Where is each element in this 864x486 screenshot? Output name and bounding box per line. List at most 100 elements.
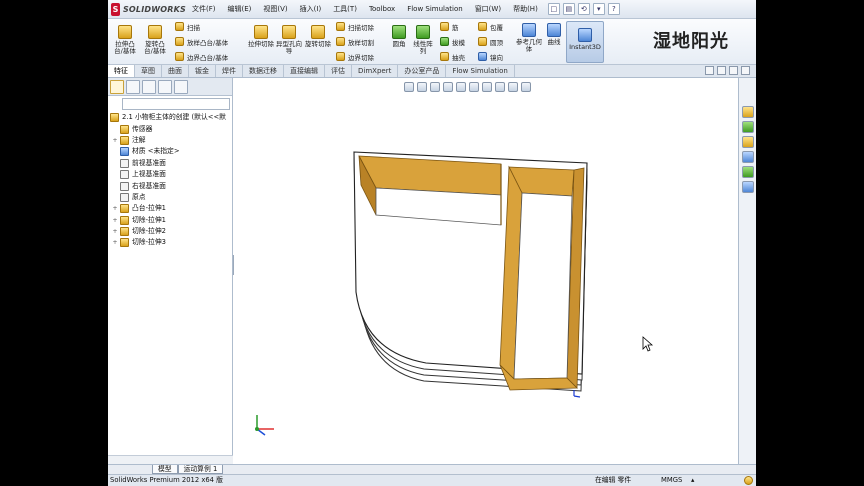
custom-properties-icon[interactable]: [742, 181, 754, 193]
revolved-boss-button[interactable]: 旋转凸台/基体: [142, 25, 168, 55]
quick-access-toolbar: □ ▤ ⟲ ▾ ?: [547, 3, 620, 15]
tree-expand-icon[interactable]: +: [112, 226, 118, 237]
wrap-button[interactable]: 包覆: [478, 21, 503, 32]
revolved-cut-button[interactable]: 旋转切除: [305, 25, 331, 48]
display-manager-tab-icon[interactable]: [174, 79, 188, 94]
mirror-button[interactable]: 镜向: [478, 51, 503, 62]
menu-help[interactable]: 帮助(H): [507, 4, 544, 14]
tab-sheet-metal[interactable]: 钣金: [189, 65, 216, 77]
help-icon[interactable]: ?: [607, 3, 620, 15]
loft-button[interactable]: 放样凸台/基体: [175, 36, 228, 47]
menu-file[interactable]: 文件(F): [186, 4, 222, 14]
tab-weldments[interactable]: 焊件: [216, 65, 243, 77]
lofted-cut-button[interactable]: 放样切割: [336, 36, 374, 47]
tree-item[interactable]: + 切除-拉伸1: [108, 215, 232, 226]
command-manager-tabs: 特征 草图 曲面 钣金 焊件 数据迁移 直接编辑 评估 DimXpert 办公室…: [108, 65, 756, 78]
reference-geometry-icon: [522, 23, 536, 37]
status-units-arrow-icon[interactable]: ▴: [691, 475, 694, 486]
hole-wizard-button[interactable]: 异型孔向导: [276, 25, 302, 55]
tree-item[interactable]: 上视基准面: [108, 169, 232, 180]
solidworks-resources-icon[interactable]: [742, 106, 754, 118]
loft-icon: [175, 37, 184, 46]
design-library-icon[interactable]: [742, 121, 754, 133]
fillet-button[interactable]: 圆角: [388, 25, 410, 48]
linear-pattern-button[interactable]: 线性阵列: [411, 25, 435, 55]
instant3d-button[interactable]: Instant3D: [566, 21, 604, 63]
graphics-area[interactable]: [234, 78, 738, 464]
status-product-version: SolidWorks Premium 2012 x64 版: [110, 476, 223, 484]
dome-label: 圆顶: [490, 38, 503, 47]
property-manager-tab-icon[interactable]: [126, 79, 140, 94]
tree-filter-input[interactable]: [122, 98, 230, 110]
tree-item[interactable]: + 切除-拉伸3: [108, 237, 232, 248]
boundary-cut-button[interactable]: 边界切除: [336, 51, 374, 62]
tree-item[interactable]: + 凸台-拉伸1: [108, 203, 232, 214]
cabinet-model[interactable]: [353, 151, 588, 398]
configuration-manager-tab-icon[interactable]: [142, 79, 156, 94]
tree-item[interactable]: 原点: [108, 192, 232, 203]
tree-item[interactable]: 材质 <未指定>: [108, 146, 232, 157]
tree-expand-icon[interactable]: +: [112, 135, 118, 146]
tree-item-label: 切除-拉伸2: [132, 227, 166, 236]
menu-edit[interactable]: 编辑(E): [222, 4, 258, 14]
tab-model[interactable]: 模型: [152, 465, 178, 474]
select-dropdown-icon[interactable]: ▾: [592, 3, 605, 15]
feature-tree-tab-icon[interactable]: [110, 79, 124, 94]
tab-surfaces[interactable]: 曲面: [162, 65, 189, 77]
tree-root-part[interactable]: 2.1 小物柜主体的创建 (默认<<默: [108, 112, 232, 123]
close-icon[interactable]: [741, 66, 750, 75]
tab-features[interactable]: 特征: [108, 65, 135, 77]
tile-icon[interactable]: [705, 66, 714, 75]
menu-tools[interactable]: 工具(T): [327, 4, 363, 14]
tab-office-products[interactable]: 办公室产品: [398, 65, 447, 77]
instant3d-label: Instant3D: [569, 43, 601, 51]
dimxpert-manager-tab-icon[interactable]: [158, 79, 172, 94]
tab-data-migration[interactable]: 数据迁移: [243, 65, 284, 77]
appearances-scenes-icon[interactable]: [742, 166, 754, 178]
file-explorer-icon[interactable]: [742, 136, 754, 148]
tree-item[interactable]: 右视基准面: [108, 180, 232, 191]
shell-button[interactable]: 抽壳: [440, 51, 465, 62]
tree-item-label: 前视基准面: [132, 158, 166, 167]
tab-flow-simulation[interactable]: Flow Simulation: [446, 65, 515, 77]
menu-toolbox[interactable]: Toolbox: [363, 5, 401, 13]
tab-motion-study-1[interactable]: 运动算例 1: [177, 465, 224, 474]
reference-geometry-button[interactable]: 参考几何体: [516, 23, 542, 53]
restore-icon[interactable]: [717, 66, 726, 75]
solidworks-logo[interactable]: S SOLIDWORKS: [108, 2, 186, 16]
new-document-icon[interactable]: □: [547, 3, 560, 15]
dome-button[interactable]: 圆顶: [478, 36, 503, 47]
save-icon[interactable]: ▤: [562, 3, 575, 15]
tab-evaluate[interactable]: 评估: [325, 65, 352, 77]
tree-item[interactable]: 传感器: [108, 123, 232, 134]
solidworks-window: S SOLIDWORKS 文件(F) 编辑(E) 视图(V) 插入(I) 工具(…: [108, 0, 756, 486]
menu-window[interactable]: 窗口(W): [469, 4, 507, 14]
tab-sketch[interactable]: 草图: [135, 65, 162, 77]
tab-direct-editing[interactable]: 直接编辑: [284, 65, 325, 77]
draft-button[interactable]: 拔模: [440, 36, 465, 47]
extruded-boss-button[interactable]: 拉伸凸台/基体: [112, 25, 138, 55]
boundary-boss-button[interactable]: 边界凸台/基体: [175, 51, 228, 62]
tree-expand-icon[interactable]: +: [112, 203, 118, 214]
tree-expand-icon[interactable]: +: [112, 237, 118, 248]
tree-item[interactable]: 前视基准面: [108, 158, 232, 169]
rebuild-icon[interactable]: [744, 476, 753, 485]
menu-insert[interactable]: 插入(I): [294, 4, 328, 14]
swept-cut-button[interactable]: 扫描切除: [336, 21, 374, 32]
sweep-button[interactable]: 扫描: [175, 21, 200, 32]
status-units[interactable]: MMGS: [661, 475, 682, 486]
front-plane-icon: [120, 158, 129, 168]
minimize-icon[interactable]: [729, 66, 738, 75]
tab-dimxpert[interactable]: DimXpert: [352, 65, 399, 77]
view-palette-icon[interactable]: [742, 151, 754, 163]
extruded-cut-button[interactable]: 拉伸切除: [248, 25, 274, 48]
tree-item[interactable]: + 注解: [108, 135, 232, 146]
rib-button[interactable]: 筋: [440, 21, 459, 32]
curves-button[interactable]: 曲线: [544, 23, 564, 46]
tree-horizontal-scrollbar[interactable]: [108, 455, 233, 464]
menu-view[interactable]: 视图(V): [257, 4, 293, 14]
undo-icon[interactable]: ⟲: [577, 3, 590, 15]
menu-flow-simulation[interactable]: Flow Simulation: [401, 5, 469, 13]
tree-item[interactable]: + 切除-拉伸2: [108, 226, 232, 237]
tree-expand-icon[interactable]: +: [112, 215, 118, 226]
